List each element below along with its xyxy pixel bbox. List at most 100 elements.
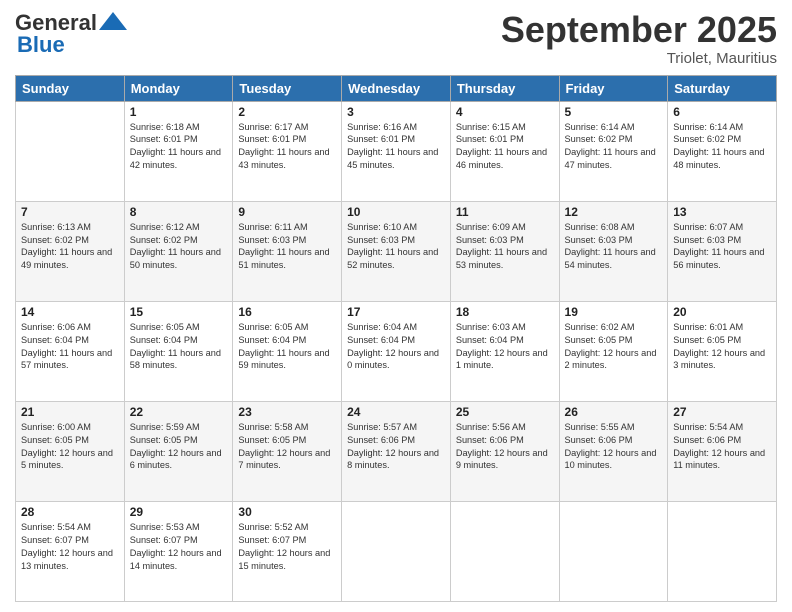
table-cell: 6 Sunrise: 6:14 AMSunset: 6:02 PMDaylight… <box>668 101 777 201</box>
table-cell: 10Sunrise: 6:10 AMSunset: 6:03 PMDayligh… <box>342 201 451 301</box>
table-cell: 5 Sunrise: 6:14 AMSunset: 6:02 PMDaylight… <box>559 101 668 201</box>
day-number: 24 <box>347 405 445 419</box>
calendar-week-4: 21 Sunrise: 6:00 AMSunset: 6:05 PMDayligh… <box>16 401 777 501</box>
logo-icon <box>99 12 127 30</box>
table-cell: 26Sunrise: 5:55 AMSunset: 6:06 PMDayligh… <box>559 401 668 501</box>
table-cell: 21 Sunrise: 6:00 AMSunset: 6:05 PMDayligh… <box>16 401 125 501</box>
calendar-table: Sunday Monday Tuesday Wednesday Thursday… <box>15 75 777 602</box>
table-cell: 16 Sunrise: 6:05 AMSunset: 6:04 PMDayligh… <box>233 301 342 401</box>
day-number: 1 <box>130 105 228 119</box>
cell-info: Sunrise: 6:14 AMSunset: 6:02 PMDaylight:… <box>565 121 663 173</box>
table-cell: 29Sunrise: 5:53 AMSunset: 6:07 PMDayligh… <box>124 501 233 601</box>
cell-info: Sunrise: 6:01 AMSunset: 6:05 PMDaylight:… <box>673 321 771 373</box>
cell-info: Sunrise: 5:59 AMSunset: 6:05 PMDaylight:… <box>130 421 228 473</box>
cell-info: Sunrise: 5:54 AMSunset: 6:07 PMDaylight:… <box>21 521 119 573</box>
cell-info: Sunrise: 6:02 AMSunset: 6:05 PMDaylight:… <box>565 321 663 373</box>
table-cell: 28 Sunrise: 5:54 AMSunset: 6:07 PMDayligh… <box>16 501 125 601</box>
calendar-week-5: 28 Sunrise: 5:54 AMSunset: 6:07 PMDayligh… <box>16 501 777 601</box>
table-cell: 22 Sunrise: 5:59 AMSunset: 6:05 PMDayligh… <box>124 401 233 501</box>
day-number: 19 <box>565 305 663 319</box>
day-number: 23 <box>238 405 336 419</box>
day-number: 15 <box>130 305 228 319</box>
cell-info: Sunrise: 6:04 AMSunset: 6:04 PMDaylight:… <box>347 321 445 373</box>
cell-info: Sunrise: 6:05 AMSunset: 6:04 PMDaylight:… <box>238 321 336 373</box>
cell-info: Sunrise: 6:08 AMSunset: 6:03 PMDaylight:… <box>565 221 663 273</box>
day-number: 13 <box>673 205 771 219</box>
day-number: 30 <box>238 505 336 519</box>
cell-info: Sunrise: 5:52 AMSunset: 6:07 PMDaylight:… <box>238 521 336 573</box>
table-cell: 13Sunrise: 6:07 AMSunset: 6:03 PMDayligh… <box>668 201 777 301</box>
cell-info: Sunrise: 6:13 AMSunset: 6:02 PMDaylight:… <box>21 221 119 273</box>
cell-info: Sunrise: 6:14 AMSunset: 6:02 PMDaylight:… <box>673 121 771 173</box>
table-cell: 30 Sunrise: 5:52 AMSunset: 6:07 PMDayligh… <box>233 501 342 601</box>
day-number: 20 <box>673 305 771 319</box>
col-friday: Friday <box>559 75 668 101</box>
table-cell: 18Sunrise: 6:03 AMSunset: 6:04 PMDayligh… <box>450 301 559 401</box>
month-title: September 2025 <box>501 10 777 50</box>
table-cell: 23 Sunrise: 5:58 AMSunset: 6:05 PMDayligh… <box>233 401 342 501</box>
cell-info: Sunrise: 5:56 AMSunset: 6:06 PMDaylight:… <box>456 421 554 473</box>
table-cell <box>16 101 125 201</box>
table-cell: 12 Sunrise: 6:08 AMSunset: 6:03 PMDayligh… <box>559 201 668 301</box>
table-cell: 2 Sunrise: 6:17 AMSunset: 6:01 PMDaylight… <box>233 101 342 201</box>
header: General Blue September 2025 Triolet, Mau… <box>15 10 777 67</box>
day-number: 2 <box>238 105 336 119</box>
day-number: 5 <box>565 105 663 119</box>
cell-info: Sunrise: 6:05 AMSunset: 6:04 PMDaylight:… <box>130 321 228 373</box>
table-cell: 15 Sunrise: 6:05 AMSunset: 6:04 PMDayligh… <box>124 301 233 401</box>
calendar-header-row: Sunday Monday Tuesday Wednesday Thursday… <box>16 75 777 101</box>
day-number: 9 <box>238 205 336 219</box>
cell-info: Sunrise: 6:15 AMSunset: 6:01 PMDaylight:… <box>456 121 554 173</box>
day-number: 12 <box>565 205 663 219</box>
day-number: 17 <box>347 305 445 319</box>
table-cell: 8Sunrise: 6:12 AMSunset: 6:02 PMDaylight… <box>124 201 233 301</box>
table-cell: 25Sunrise: 5:56 AMSunset: 6:06 PMDayligh… <box>450 401 559 501</box>
cell-info: Sunrise: 6:12 AMSunset: 6:02 PMDaylight:… <box>130 221 228 273</box>
cell-info: Sunrise: 5:55 AMSunset: 6:06 PMDaylight:… <box>565 421 663 473</box>
day-number: 29 <box>130 505 228 519</box>
calendar-week-3: 14 Sunrise: 6:06 AMSunset: 6:04 PMDayligh… <box>16 301 777 401</box>
table-cell: 1 Sunrise: 6:18 AMSunset: 6:01 PMDaylight… <box>124 101 233 201</box>
table-cell: 24 Sunrise: 5:57 AMSunset: 6:06 PMDayligh… <box>342 401 451 501</box>
col-tuesday: Tuesday <box>233 75 342 101</box>
cell-info: Sunrise: 6:17 AMSunset: 6:01 PMDaylight:… <box>238 121 336 173</box>
day-number: 4 <box>456 105 554 119</box>
table-cell: 20 Sunrise: 6:01 AMSunset: 6:05 PMDayligh… <box>668 301 777 401</box>
table-cell: 19 Sunrise: 6:02 AMSunset: 6:05 PMDayligh… <box>559 301 668 401</box>
title-section: September 2025 Triolet, Mauritius <box>501 10 777 67</box>
cell-info: Sunrise: 5:57 AMSunset: 6:06 PMDaylight:… <box>347 421 445 473</box>
table-cell <box>342 501 451 601</box>
table-cell <box>559 501 668 601</box>
day-number: 11 <box>456 205 554 219</box>
cell-info: Sunrise: 6:09 AMSunset: 6:03 PMDaylight:… <box>456 221 554 273</box>
day-number: 22 <box>130 405 228 419</box>
cell-info: Sunrise: 6:11 AMSunset: 6:03 PMDaylight:… <box>238 221 336 273</box>
logo: General Blue <box>15 10 127 58</box>
table-cell <box>450 501 559 601</box>
day-number: 28 <box>21 505 119 519</box>
cell-info: Sunrise: 6:06 AMSunset: 6:04 PMDaylight:… <box>21 321 119 373</box>
logo-blue: Blue <box>17 32 65 58</box>
cell-info: Sunrise: 6:18 AMSunset: 6:01 PMDaylight:… <box>130 121 228 173</box>
day-number: 6 <box>673 105 771 119</box>
col-sunday: Sunday <box>16 75 125 101</box>
cell-info: Sunrise: 6:00 AMSunset: 6:05 PMDaylight:… <box>21 421 119 473</box>
day-number: 21 <box>21 405 119 419</box>
table-cell: 14 Sunrise: 6:06 AMSunset: 6:04 PMDayligh… <box>16 301 125 401</box>
table-cell: 3Sunrise: 6:16 AMSunset: 6:01 PMDaylight… <box>342 101 451 201</box>
col-wednesday: Wednesday <box>342 75 451 101</box>
day-number: 14 <box>21 305 119 319</box>
cell-info: Sunrise: 5:54 AMSunset: 6:06 PMDaylight:… <box>673 421 771 473</box>
cell-info: Sunrise: 5:58 AMSunset: 6:05 PMDaylight:… <box>238 421 336 473</box>
day-number: 16 <box>238 305 336 319</box>
table-cell <box>668 501 777 601</box>
col-monday: Monday <box>124 75 233 101</box>
col-thursday: Thursday <box>450 75 559 101</box>
table-cell: 27Sunrise: 5:54 AMSunset: 6:06 PMDayligh… <box>668 401 777 501</box>
location: Triolet, Mauritius <box>501 50 777 67</box>
cell-info: Sunrise: 6:03 AMSunset: 6:04 PMDaylight:… <box>456 321 554 373</box>
day-number: 3 <box>347 105 445 119</box>
table-cell: 4 Sunrise: 6:15 AMSunset: 6:01 PMDaylight… <box>450 101 559 201</box>
calendar-week-1: 1 Sunrise: 6:18 AMSunset: 6:01 PMDaylight… <box>16 101 777 201</box>
day-number: 7 <box>21 205 119 219</box>
